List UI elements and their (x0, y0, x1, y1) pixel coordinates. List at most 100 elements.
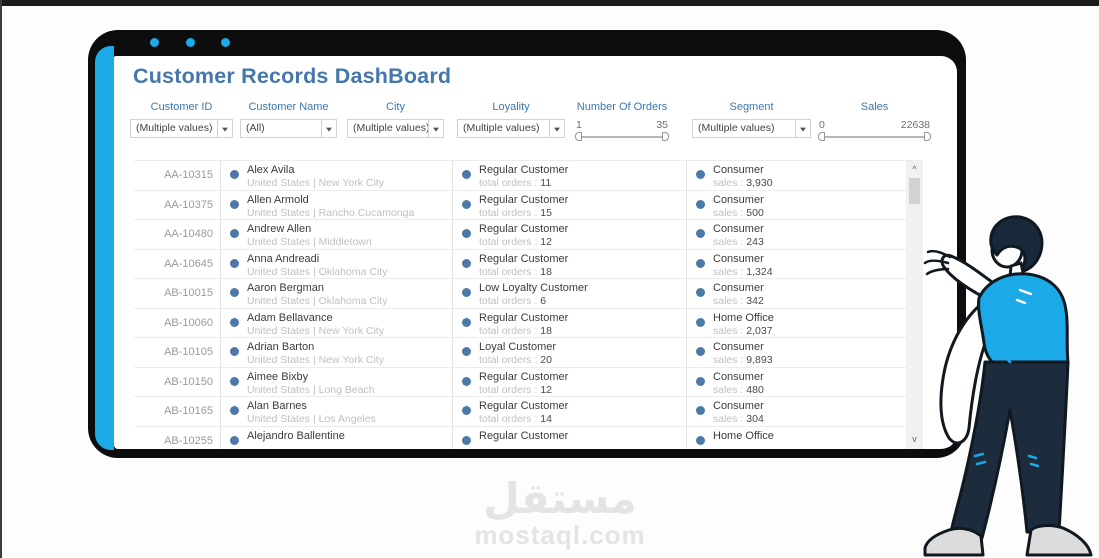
table-row[interactable]: AA-10645 Anna Andreadi United States | O… (134, 249, 906, 279)
orders-value: 14 (540, 413, 552, 425)
mark-dot-icon (230, 199, 239, 209)
watermark-arabic: مستقل (483, 475, 637, 522)
image-left-border (0, 0, 2, 558)
loyalty-cell: Loyal Customer total orders : 20 (453, 338, 687, 367)
sales-value: 1,324 (746, 265, 773, 278)
filter-city: City (Multiple values) (347, 100, 444, 138)
slider-max-handle[interactable] (924, 132, 931, 141)
customer-id: AA-10375 (164, 198, 213, 211)
customer-name-cell: Adrian Barton United States | New York C… (221, 338, 453, 367)
total-orders: total orders : 15 (479, 207, 686, 220)
scrollbar-thumb[interactable] (909, 178, 920, 204)
filter-label: Customer Name (248, 101, 329, 113)
sales-range-slider[interactable]: 0 22638 (818, 119, 931, 141)
loyalty-type: Regular Customer (479, 400, 569, 412)
table-row[interactable]: AB-10165 Alan Barnes United States | Los… (134, 397, 906, 427)
dropdown-button[interactable] (428, 120, 443, 137)
customer-location: United States | Long Beach (247, 383, 375, 396)
mark-dot-icon (230, 376, 239, 386)
segment-type: Consumer (713, 370, 764, 383)
window-control-dot (186, 38, 195, 47)
orders-value: 15 (540, 206, 552, 219)
loyalty-cell: Low Loyalty Customer total orders : 6 (453, 279, 687, 308)
segment-cell: Consumer sales : 342 (687, 279, 906, 308)
slider-max-handle[interactable] (662, 132, 669, 141)
table-row[interactable]: AA-10315 Alex Avila United States | New … (134, 161, 906, 191)
sales-total: sales : 480 (713, 384, 906, 397)
orders-value: 11 (540, 177, 552, 189)
total-orders: total orders : 12 (479, 236, 686, 249)
total-orders: total orders : 14 (479, 413, 686, 426)
sales-value: 2,037 (746, 324, 773, 337)
chevron-up-icon[interactable]: ^ (906, 163, 923, 176)
customer-name: Adam Bellavance (247, 311, 333, 324)
dropdown-button[interactable] (795, 120, 810, 137)
customer-id-cell: AB-10165 (134, 397, 221, 426)
table-row[interactable]: AA-10375 Allen Armold United States | Ra… (134, 190, 906, 220)
dropdown-arrow-icon (222, 127, 228, 132)
filter-segment: Segment (Multiple values) (692, 100, 811, 138)
mark-dot-icon (696, 288, 705, 297)
loyalty-type: Regular Customer (479, 429, 569, 442)
mark-dot-icon (462, 199, 471, 209)
table-row[interactable]: AB-10255 Alejandro Ballentine Regular Cu… (134, 426, 906, 449)
dropdown-value: (Multiple values) (353, 122, 428, 134)
customer-id-dropdown[interactable]: (Multiple values) (130, 119, 233, 138)
slider-min-handle[interactable] (575, 132, 582, 141)
table-row[interactable]: AB-10150 Aimee Bixby United States | Lon… (134, 367, 906, 397)
mark-dot-icon (462, 435, 471, 445)
sales-value: 9,893 (746, 354, 773, 366)
loyalty-cell: Regular Customer total orders : 15 (453, 190, 687, 220)
customer-id-cell: AB-10150 (134, 367, 221, 396)
table-row[interactable]: AB-10015 Aaron Bergman United States | O… (134, 279, 906, 309)
dropdown-button[interactable] (217, 120, 232, 137)
loyalty-type: Regular Customer (479, 223, 569, 235)
mark-dot-icon (230, 347, 239, 356)
customer-name: Adrian Barton (247, 341, 315, 353)
slider-min-value: 1 (576, 119, 582, 131)
mark-dot-icon (696, 376, 705, 386)
customer-name-cell: Allen Armold United States | Rancho Cuca… (221, 190, 453, 219)
table-row[interactable]: AB-10105 Adrian Barton United States | N… (134, 338, 906, 368)
watermark: مستقل mostaql.com (430, 476, 690, 549)
mark-dot-icon (230, 229, 239, 238)
customer-id: AB-10255 (164, 434, 213, 447)
loyalty-type: Low Loyalty Customer (479, 282, 588, 294)
loyality-dropdown[interactable]: (Multiple values) (457, 119, 565, 138)
mark-dot-icon (696, 170, 705, 179)
sales-value: 304 (746, 413, 764, 425)
customer-id: AB-10060 (164, 316, 213, 329)
filter-loyality: Loyality (Multiple values) (457, 100, 565, 138)
segment-dropdown[interactable]: (Multiple values) (692, 119, 811, 138)
dropdown-button[interactable] (549, 120, 564, 137)
mark-dot-icon (230, 258, 239, 268)
orders-label: total orders : (479, 265, 538, 278)
customer-id-cell: AB-10015 (134, 279, 221, 308)
customer-location: United States | New York City (247, 177, 384, 189)
slider-track[interactable] (821, 136, 928, 138)
mark-dot-icon (696, 199, 705, 209)
loyalty-cell: Regular Customer total orders : 12 (453, 367, 687, 396)
table-row[interactable]: AB-10060 Adam Bellavance United States |… (134, 308, 906, 338)
filter-label: City (386, 101, 405, 113)
dropdown-button[interactable] (321, 120, 336, 137)
slider-track[interactable] (578, 136, 666, 138)
orders-label: total orders : (479, 324, 538, 337)
orders-label: total orders : (479, 413, 538, 425)
customer-name-dropdown[interactable]: (All) (240, 119, 337, 138)
table-row[interactable]: AA-10480 Andrew Allen United States | Mi… (134, 220, 906, 250)
orders-label: total orders : (479, 383, 538, 396)
total-orders: total orders : 20 (479, 354, 686, 367)
segment-cell: Consumer sales : 304 (687, 397, 906, 426)
watermark-domain: mostaql.com (474, 520, 646, 550)
sales-label: sales : (713, 413, 744, 425)
slider-min-handle[interactable] (818, 132, 825, 141)
filter-label: Loyality (492, 101, 530, 113)
mark-dot-icon (696, 258, 705, 268)
sales-label: sales : (713, 295, 744, 307)
city-dropdown[interactable]: (Multiple values) (347, 119, 444, 138)
customer-name-cell: Alex Avila United States | New York City (221, 161, 453, 190)
total-orders: total orders : 18 (479, 266, 686, 279)
sales-total: sales : 304 (713, 413, 906, 426)
orders-range-slider[interactable]: 1 35 (575, 119, 669, 141)
